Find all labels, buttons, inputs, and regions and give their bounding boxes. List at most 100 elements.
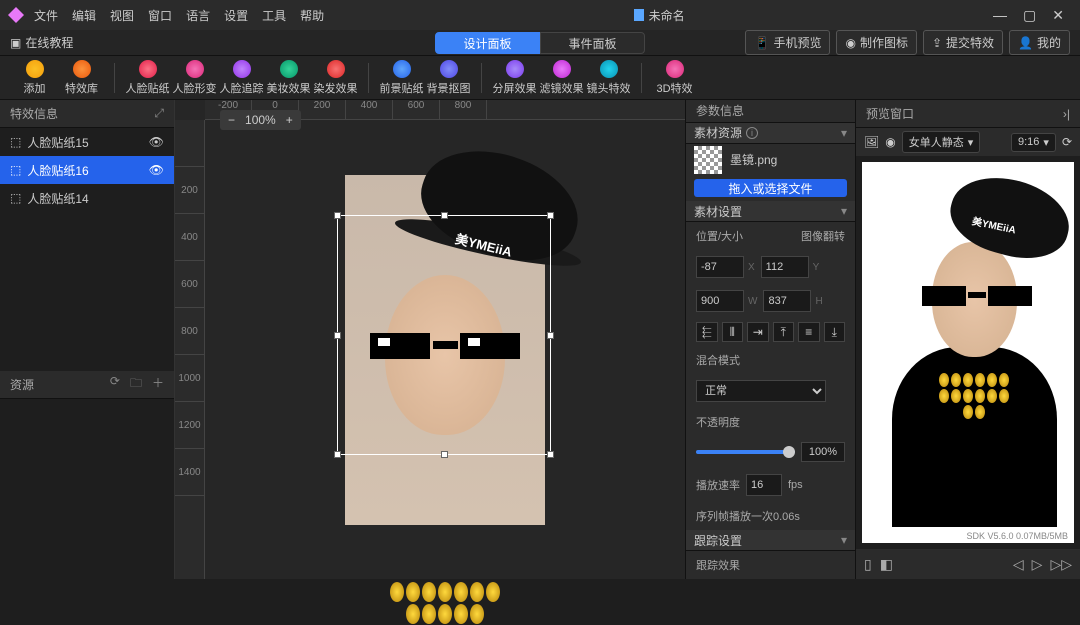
handle-e[interactable]: [547, 332, 554, 339]
main-area: 特效信息 ⤢ ⬚ 人脸贴纸15 👁 ⬚ 人脸贴纸16 👁 ⬚ 人脸贴纸14 资源…: [0, 100, 1080, 579]
tab-design[interactable]: 设计面板: [435, 32, 540, 54]
visibility-toggle[interactable]: 👁: [149, 163, 164, 177]
align-bottom[interactable]: ⤓: [824, 322, 846, 342]
menu-settings[interactable]: 设置: [224, 7, 248, 24]
asset-section-label: 素材资源: [694, 124, 742, 141]
y-input[interactable]: [761, 256, 809, 278]
tool-add[interactable]: 添加: [12, 60, 57, 96]
menu-help[interactable]: 帮助: [300, 7, 324, 24]
tab-event[interactable]: 事件面板: [540, 32, 645, 54]
pose-select[interactable]: 女单人静态▾: [902, 131, 981, 153]
maximize-button[interactable]: ▢: [1023, 7, 1036, 24]
beauty-label: 美妆效果: [267, 80, 311, 96]
menu-file[interactable]: 文件: [34, 7, 58, 24]
tool-lens[interactable]: 镜头特效: [586, 60, 631, 96]
menu-language[interactable]: 语言: [186, 7, 210, 24]
collapse-icon[interactable]: ›|: [1063, 107, 1070, 121]
asset-section-header[interactable]: 素材资源i ▾: [686, 123, 855, 144]
handle-se[interactable]: [547, 451, 554, 458]
prev-button[interactable]: ◁: [1013, 556, 1024, 573]
tool-fxlib[interactable]: 特效库: [59, 60, 104, 96]
handle-ne[interactable]: [547, 212, 554, 219]
handle-sw[interactable]: [334, 451, 341, 458]
opacity-value[interactable]: 100%: [801, 442, 845, 462]
x-input[interactable]: [696, 256, 744, 278]
next-button[interactable]: ▷▷: [1050, 556, 1072, 573]
compare-icon[interactable]: ◧: [880, 556, 893, 573]
tool-track[interactable]: 人脸追踪: [219, 60, 264, 96]
separator: [114, 63, 115, 93]
tool-matting[interactable]: 背景抠图: [426, 60, 471, 96]
layer-item-14[interactable]: ⬚ 人脸贴纸14: [0, 184, 174, 212]
selection-box[interactable]: [337, 215, 551, 455]
align-center-h[interactable]: ⫴: [722, 322, 744, 342]
tutorial-button[interactable]: ▣ 在线教程: [10, 34, 73, 51]
align-center-v[interactable]: ≡: [798, 322, 820, 342]
tool-filter[interactable]: 滤镜效果: [539, 60, 584, 96]
handle-nw[interactable]: [334, 212, 341, 219]
align-top[interactable]: ⤒: [773, 322, 795, 342]
folder-icon[interactable]: 🗀: [130, 374, 142, 395]
layer-item-15[interactable]: ⬚ 人脸贴纸15 👁: [0, 128, 174, 156]
mine-button[interactable]: 👤我的: [1009, 30, 1070, 55]
zoom-out-button[interactable]: −: [228, 113, 235, 127]
artboard[interactable]: 美YMEiiA: [345, 175, 545, 525]
makeicon-label: 制作图标: [860, 34, 908, 51]
camera-mode-icon[interactable]: ◉: [885, 135, 895, 149]
ruler-tick: 400: [175, 214, 204, 261]
fxlib-icon: [73, 60, 91, 78]
morph-label: 人脸形变: [173, 80, 217, 96]
submit-fx-button[interactable]: ⇪提交特效: [923, 30, 1003, 55]
canvas-viewport[interactable]: 美YMEiiA: [205, 120, 685, 579]
ruler-tick: 1200: [175, 402, 204, 449]
handle-s[interactable]: [441, 451, 448, 458]
ruler-tick: 800: [440, 100, 487, 119]
settings-section-header[interactable]: 素材设置 ▾: [686, 201, 855, 222]
tool-hair[interactable]: 染发效果: [313, 60, 358, 96]
follow-section-header[interactable]: 跟踪设置 ▾: [686, 530, 855, 551]
phone-preview-button[interactable]: 📱手机预览: [745, 30, 830, 55]
tool-fg[interactable]: 前景贴纸: [379, 60, 424, 96]
menu-view[interactable]: 视图: [110, 7, 134, 24]
menu-edit[interactable]: 编辑: [72, 7, 96, 24]
ratio-label: 9:16: [1018, 136, 1039, 148]
layer-item-16[interactable]: ⬚ 人脸贴纸16 👁: [0, 156, 174, 184]
tool-3d[interactable]: 3D特效: [652, 60, 697, 96]
close-button[interactable]: ✕: [1052, 7, 1064, 24]
asset-file-row[interactable]: 墨镜.png: [686, 144, 855, 176]
handle-n[interactable]: [441, 212, 448, 219]
expand-icon[interactable]: ⤢: [154, 106, 164, 121]
refresh-icon[interactable]: ⟳: [1062, 135, 1072, 149]
align-left[interactable]: ⬱: [696, 322, 718, 342]
h-input[interactable]: [763, 290, 811, 312]
info-icon[interactable]: i: [746, 127, 758, 139]
ruler-tick: 1000: [175, 355, 204, 402]
blend-mode-select[interactable]: 正常: [696, 380, 826, 402]
play-button[interactable]: ▷: [1032, 556, 1043, 573]
zoom-in-button[interactable]: +: [286, 113, 293, 127]
opacity-slider[interactable]: [696, 450, 795, 454]
minimize-button[interactable]: —: [993, 7, 1007, 24]
playrate-input[interactable]: [746, 474, 782, 496]
preview-toolbar: 🖼 ◉ 女单人静态▾ 9:16▾ ⟳: [856, 128, 1080, 156]
tool-beauty[interactable]: 美妆效果: [266, 60, 311, 96]
follow-section-label: 跟踪设置: [694, 532, 742, 549]
image-mode-icon[interactable]: 🖼: [864, 135, 879, 149]
tool-morph[interactable]: 人脸形变: [172, 60, 217, 96]
portrait-icon[interactable]: ▯: [864, 556, 872, 573]
make-icon-button[interactable]: ◉制作图标: [836, 30, 917, 55]
ratio-select[interactable]: 9:16▾: [1011, 133, 1056, 152]
align-right[interactable]: ⇥: [747, 322, 769, 342]
slider-thumb[interactable]: [783, 446, 795, 458]
visibility-toggle[interactable]: 👁: [149, 135, 164, 149]
w-input[interactable]: [696, 290, 744, 312]
add-icon[interactable]: ＋: [152, 374, 164, 395]
handle-w[interactable]: [334, 332, 341, 339]
menu-tools[interactable]: 工具: [262, 7, 286, 24]
menu-window[interactable]: 窗口: [148, 7, 172, 24]
tool-split[interactable]: 分屏效果: [492, 60, 537, 96]
refresh-icon[interactable]: ⟳: [110, 374, 120, 395]
drop-file-button[interactable]: 拖入或选择文件: [694, 179, 847, 197]
resources-header: 资源 ⟳ 🗀 ＋: [0, 371, 174, 399]
tool-sticker[interactable]: 人脸贴纸: [125, 60, 170, 96]
